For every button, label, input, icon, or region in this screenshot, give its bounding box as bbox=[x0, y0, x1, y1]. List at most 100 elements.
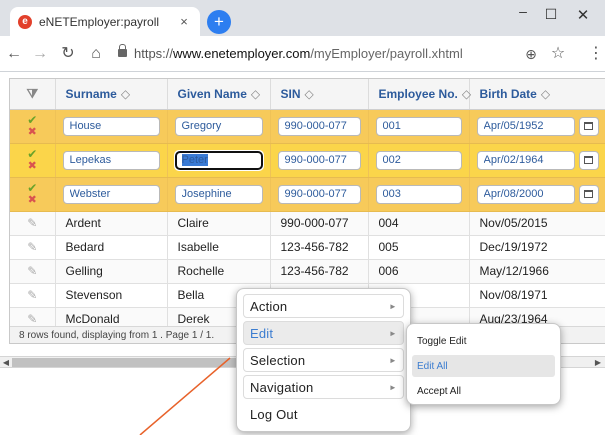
cell-birth: May/12/1966 bbox=[469, 259, 605, 284]
accept-check-icon[interactable]: ✔ bbox=[10, 148, 54, 160]
header-label: Employee No. bbox=[378, 86, 458, 101]
menu-item-navigation[interactable]: Navigation ► bbox=[243, 375, 404, 399]
cell-sin bbox=[270, 109, 369, 144]
cell-emp: 006 bbox=[368, 259, 470, 284]
cell-birth: Nov/05/2015 bbox=[469, 211, 605, 236]
edit-pencil-icon[interactable]: ✎ bbox=[27, 312, 37, 326]
menu-item-log-out[interactable]: Log Out bbox=[243, 402, 404, 426]
reload-icon[interactable]: ↻ bbox=[58, 44, 78, 64]
surname-input[interactable] bbox=[62, 116, 160, 136]
scroll-left-icon[interactable]: ◀ bbox=[1, 357, 11, 368]
maximize-button[interactable]: ☐ bbox=[538, 6, 564, 23]
cell-birth bbox=[469, 143, 605, 178]
submenu-item-toggle-edit[interactable]: Toggle Edit bbox=[412, 330, 555, 352]
edit-pencil-icon[interactable]: ✎ bbox=[27, 216, 37, 230]
cell-surname: Bedard bbox=[55, 235, 168, 260]
menu-icon[interactable]: ⋮ bbox=[586, 44, 605, 64]
surname-input[interactable] bbox=[62, 150, 160, 170]
header-label: Surname bbox=[65, 86, 117, 101]
submenu-arrow-icon: ► bbox=[388, 328, 397, 338]
window-close-button[interactable]: ✕ bbox=[570, 6, 596, 24]
surname-input[interactable] bbox=[62, 184, 160, 204]
employee-no-input[interactable] bbox=[375, 184, 462, 204]
table-row[interactable]: ✎ Gelling Rochelle 123-456-782 006 May/1… bbox=[10, 259, 605, 284]
url-path: /myEmployer/payroll.xhtml bbox=[310, 46, 463, 61]
submenu-item-edit-all[interactable]: Edit All bbox=[412, 355, 555, 377]
given-name-input[interactable] bbox=[174, 116, 263, 136]
column-header-employee-no[interactable]: Employee No. ◇ bbox=[368, 79, 471, 110]
address-bar[interactable]: https://www.enetemployer.com/myEmployer/… bbox=[134, 46, 463, 61]
sin-input[interactable] bbox=[277, 116, 361, 136]
sort-icon[interactable]: ◇ bbox=[121, 87, 130, 101]
editing-row: ✔ ✖ bbox=[10, 177, 605, 212]
sin-input[interactable] bbox=[277, 150, 361, 170]
row-actions: ✎ bbox=[10, 259, 56, 284]
editing-row: ✔ ✖ bbox=[10, 109, 605, 144]
calendar-icon[interactable] bbox=[578, 116, 599, 136]
lock-icon[interactable] bbox=[118, 44, 127, 57]
close-tab-icon[interactable]: × bbox=[176, 14, 192, 29]
column-header-given-name[interactable]: Given Name ◇ bbox=[167, 79, 271, 110]
menu-item-action[interactable]: Action ► bbox=[243, 294, 404, 318]
cancel-cross-icon[interactable]: ✖ bbox=[10, 160, 54, 172]
star-icon[interactable]: ☆ bbox=[548, 44, 568, 64]
row-actions: ✔ ✖ bbox=[10, 177, 56, 212]
column-header-action: ⧩ bbox=[10, 79, 56, 110]
sort-icon[interactable]: ◇ bbox=[462, 87, 471, 101]
menu-item-selection[interactable]: Selection ► bbox=[243, 348, 404, 372]
edit-pencil-icon[interactable]: ✎ bbox=[27, 264, 37, 278]
scroll-right-icon[interactable]: ▶ bbox=[593, 357, 603, 368]
cell-surname: Ardent bbox=[55, 211, 168, 236]
header-label: SIN bbox=[280, 86, 301, 101]
edit-pencil-icon[interactable]: ✎ bbox=[27, 288, 37, 302]
forward-icon[interactable]: → bbox=[30, 44, 50, 64]
birth-date-input[interactable] bbox=[476, 184, 575, 204]
accept-check-icon[interactable]: ✔ bbox=[10, 114, 54, 126]
cell-birth: Dec/19/1972 bbox=[469, 235, 605, 260]
sort-icon[interactable]: ◇ bbox=[305, 87, 314, 101]
table-row[interactable]: ✎ Ardent Claire 990-000-077 004 Nov/05/2… bbox=[10, 211, 605, 236]
cell-sin: 123-456-782 bbox=[270, 259, 369, 284]
cell-birth bbox=[469, 109, 605, 144]
cell-given bbox=[167, 143, 271, 178]
cell-given: Rochelle bbox=[167, 259, 271, 284]
cancel-cross-icon[interactable]: ✖ bbox=[10, 194, 54, 206]
cell-emp: 005 bbox=[368, 235, 470, 260]
minimize-button[interactable]: – bbox=[510, 3, 536, 19]
menu-item-label: Log Out bbox=[250, 406, 298, 422]
cell-emp bbox=[368, 109, 470, 144]
edit-pencil-icon[interactable]: ✎ bbox=[27, 240, 37, 254]
given-name-input[interactable] bbox=[174, 184, 263, 204]
browser-tab[interactable]: e eNETEmployer:payroll × bbox=[10, 7, 200, 36]
menu-item-label: Edit bbox=[250, 325, 274, 341]
cell-birth: Nov/08/1971 bbox=[469, 283, 605, 308]
employee-no-input[interactable] bbox=[375, 150, 462, 170]
column-header-sin[interactable]: SIN ◇ bbox=[270, 79, 369, 110]
sin-input[interactable] bbox=[277, 184, 361, 204]
calendar-icon[interactable] bbox=[578, 150, 599, 170]
zoom-icon[interactable]: ⊕ bbox=[521, 44, 541, 64]
menu-item-edit[interactable]: Edit ► bbox=[243, 321, 404, 345]
submenu-arrow-icon: ► bbox=[388, 355, 397, 365]
new-tab-button[interactable]: + bbox=[207, 10, 231, 34]
cell-given bbox=[167, 177, 271, 212]
filter-icon[interactable]: ⧩ bbox=[26, 86, 38, 101]
accept-check-icon[interactable]: ✔ bbox=[10, 182, 54, 194]
calendar-icon[interactable] bbox=[578, 184, 599, 204]
cell-sin: 990-000-077 bbox=[270, 211, 369, 236]
given-name-input[interactable] bbox=[173, 149, 264, 171]
home-icon[interactable]: ⌂ bbox=[86, 44, 106, 64]
tab-title: eNETEmployer:payroll bbox=[39, 14, 160, 29]
submenu-item-accept-all[interactable]: Accept All bbox=[412, 380, 555, 402]
cancel-cross-icon[interactable]: ✖ bbox=[10, 126, 54, 138]
birth-date-input[interactable] bbox=[476, 116, 575, 136]
table-row[interactable]: ✎ Bedard Isabelle 123-456-782 005 Dec/19… bbox=[10, 235, 605, 260]
sort-icon[interactable]: ◇ bbox=[541, 87, 550, 101]
grid-header: ⧩ Surname ◇ Given Name ◇ SIN ◇ Employee No.… bbox=[10, 79, 605, 110]
column-header-birth-date[interactable]: Birth Date ◇ bbox=[469, 79, 605, 110]
employee-no-input[interactable] bbox=[375, 116, 462, 136]
birth-date-input[interactable] bbox=[476, 150, 575, 170]
back-icon[interactable]: ← bbox=[4, 44, 24, 64]
column-header-surname[interactable]: Surname ◇ bbox=[55, 79, 168, 110]
sort-icon[interactable]: ◇ bbox=[251, 87, 260, 101]
